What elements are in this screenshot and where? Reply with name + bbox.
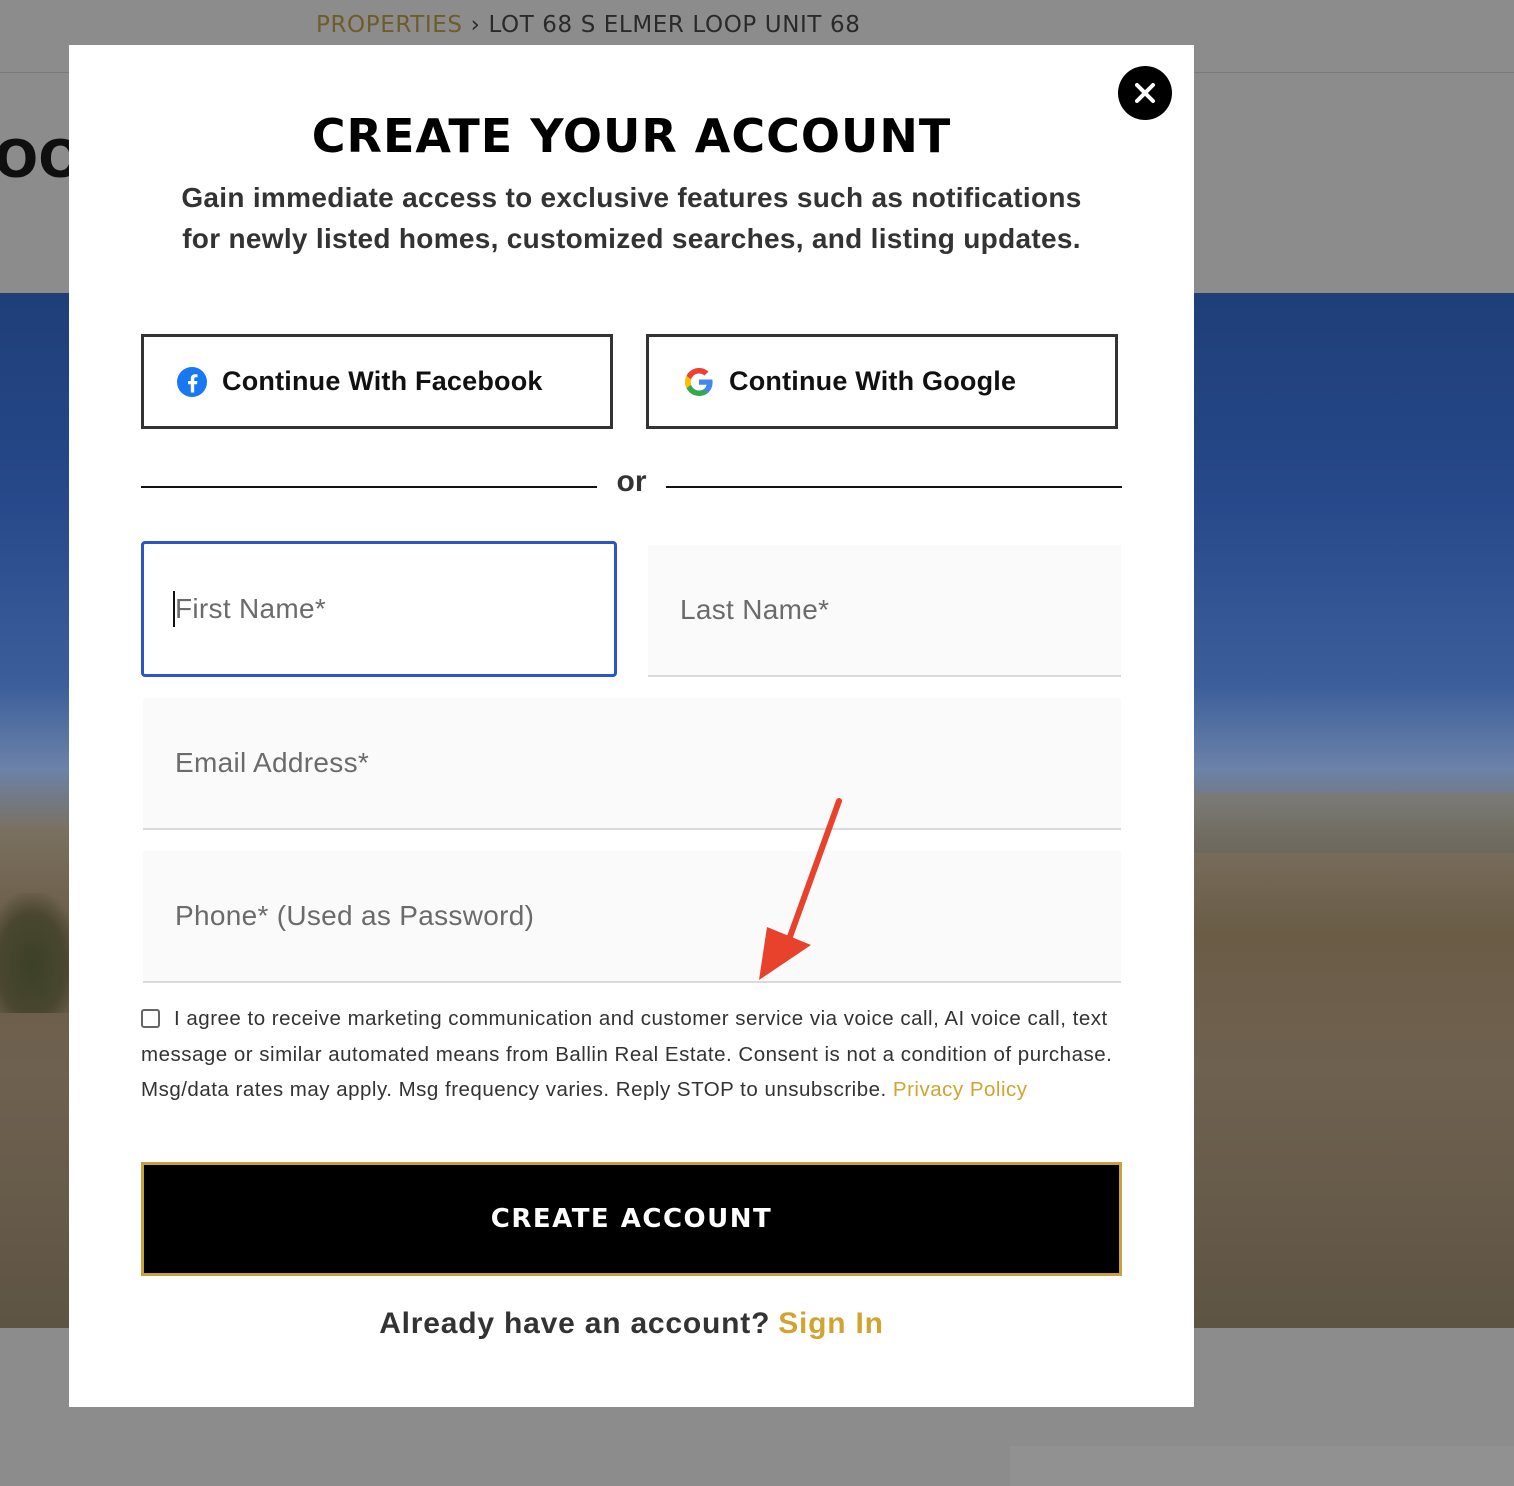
background-trees [0,893,80,1013]
google-button-label: Continue With Google [729,366,1017,396]
background-bottom-card [1010,1446,1514,1486]
first-name-field[interactable] [141,541,617,677]
divider-line-right [666,486,1122,488]
first-name-input[interactable] [174,593,614,625]
continue-with-facebook-button[interactable]: Continue With Facebook [141,334,613,429]
google-icon [685,367,713,396]
signin-prompt: Already have an account? [379,1307,771,1340]
or-divider: or [141,465,1122,509]
page: PROPERTIES › LOT 68 S ELMER LOOP UNIT 68 O… [0,0,1514,1486]
email-field[interactable] [143,698,1121,830]
signin-row: Already have an account? Sign In [69,1307,1194,1341]
background-buildings [1194,793,1514,853]
breadcrumb: PROPERTIES › LOT 68 S ELMER LOOP UNIT 68 [316,12,860,38]
last-name-field[interactable] [648,545,1121,677]
phone-input[interactable] [175,900,1121,932]
modal-title: CREATE YOUR ACCOUNT [311,109,952,163]
close-icon [1135,83,1155,103]
consent-checkbox[interactable] [141,1009,160,1028]
divider-line-left [141,486,597,488]
create-account-modal: CREATE YOUR ACCOUNT Gain immediate acces… [69,45,1194,1407]
sign-in-link[interactable]: Sign In [778,1307,884,1340]
last-name-input[interactable] [680,594,1121,626]
breadcrumb-current: LOT 68 S ELMER LOOP UNIT 68 [488,12,861,38]
breadcrumb-properties-link[interactable]: PROPERTIES [316,12,463,38]
breadcrumb-separator: › [470,12,481,38]
divider-or-text: or [616,465,647,498]
email-input[interactable] [175,747,1121,779]
phone-field[interactable] [143,851,1121,983]
modal-subtitle: Gain immediate access to exclusive featu… [181,182,1082,254]
consent-block: I agree to receive marketing communicati… [141,1001,1121,1108]
facebook-button-label: Continue With Facebook [222,366,543,396]
annotation-arrow-icon [759,798,842,980]
facebook-icon [177,366,207,397]
create-account-button[interactable]: CREATE ACCOUNT [141,1162,1122,1276]
continue-with-google-button[interactable]: Continue With Google [646,334,1118,429]
privacy-policy-link[interactable]: Privacy Policy [893,1078,1028,1101]
